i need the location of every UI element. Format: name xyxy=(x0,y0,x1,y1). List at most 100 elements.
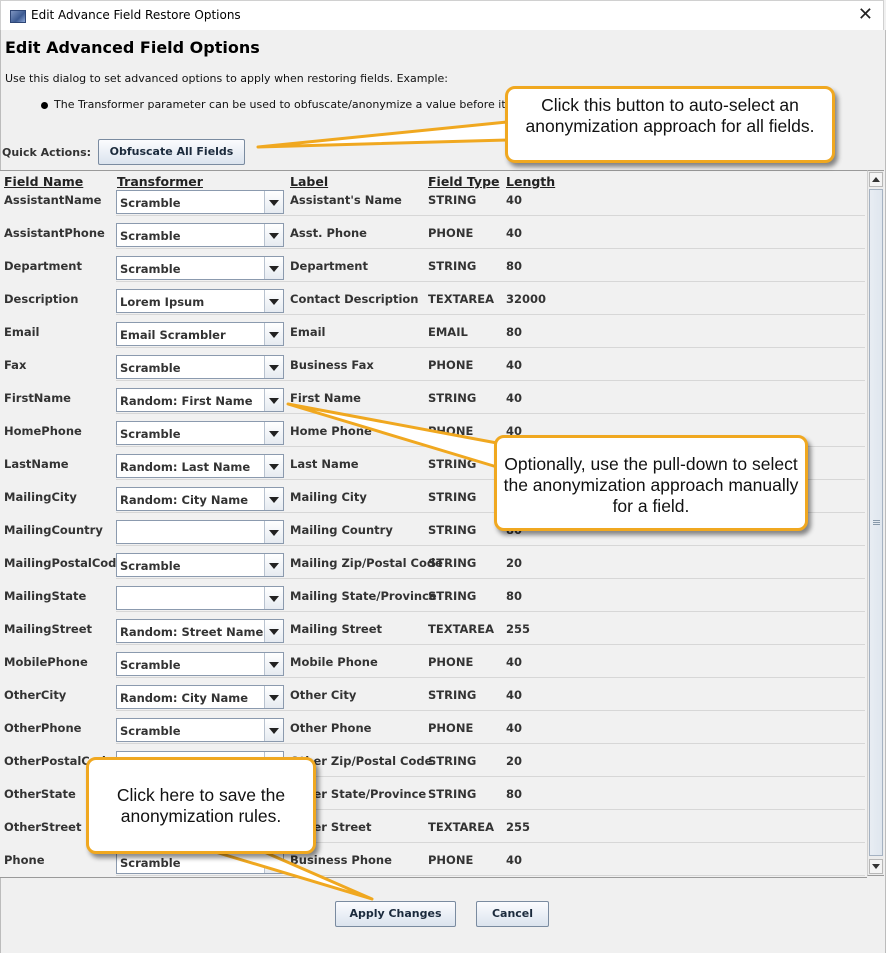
scroll-down-arrow-icon[interactable] xyxy=(869,859,883,874)
table-row: Fax Scramble Business Fax PHONE 40 xyxy=(0,348,865,381)
field-type-cell: TEXTAREA xyxy=(428,292,495,306)
vertical-scrollbar[interactable] xyxy=(867,170,884,876)
transformer-select[interactable]: Email Scrambler xyxy=(116,322,284,346)
transformer-select[interactable]: Scramble xyxy=(116,223,284,247)
chevron-down-icon[interactable] xyxy=(264,422,283,444)
chevron-down-icon[interactable] xyxy=(264,191,283,213)
label-cell: Asst. Phone xyxy=(290,226,367,240)
quick-actions-label: Quick Actions: xyxy=(2,146,92,159)
length-cell: 40 xyxy=(506,721,523,735)
transformer-select[interactable]: Random: City Name xyxy=(116,487,284,511)
table-row: Email Email Scrambler Email EMAIL 80 xyxy=(0,315,865,348)
field-name-cell: HomePhone xyxy=(4,424,82,438)
length-cell: 40 xyxy=(506,193,523,207)
label-cell: Mailing Country xyxy=(290,523,393,537)
transformer-value: Scramble xyxy=(120,427,181,441)
transformer-value: Random: Last Name xyxy=(120,460,251,474)
field-type-cell: PHONE xyxy=(428,721,474,735)
field-name-cell: MailingState xyxy=(4,589,87,603)
length-cell: 40 xyxy=(506,688,523,702)
chevron-down-icon[interactable] xyxy=(264,455,283,477)
chevron-down-icon[interactable] xyxy=(264,554,283,576)
field-type-cell: STRING xyxy=(428,688,477,702)
field-type-cell: STRING xyxy=(428,193,477,207)
field-type-cell: STRING xyxy=(428,787,477,801)
length-cell: 80 xyxy=(506,589,523,603)
label-cell: Contact Description xyxy=(290,292,419,306)
length-cell: 255 xyxy=(506,622,531,636)
chevron-down-icon[interactable] xyxy=(264,620,283,642)
length-cell: 40 xyxy=(506,391,523,405)
field-name-cell: Department xyxy=(4,259,82,273)
chevron-down-icon[interactable] xyxy=(264,719,283,741)
transformer-value: Random: Street Name xyxy=(120,625,264,639)
label-cell: Home Phone xyxy=(290,424,372,438)
label-cell: Last Name xyxy=(290,457,359,471)
transformer-select[interactable]: Scramble xyxy=(116,718,284,742)
field-name-cell: OtherPhone xyxy=(4,721,82,735)
table-row: AssistantPhone Scramble Asst. Phone PHONE 40 xyxy=(0,216,865,249)
field-type-cell: STRING xyxy=(428,589,477,603)
chevron-down-icon[interactable] xyxy=(264,521,283,543)
label-cell: Mailing State/Province xyxy=(290,589,437,603)
chevron-down-icon[interactable] xyxy=(264,224,283,246)
transformer-select[interactable]: Random: First Name xyxy=(116,388,284,412)
label-cell: First Name xyxy=(290,391,361,405)
scroll-up-arrow-icon[interactable] xyxy=(869,172,883,187)
transformer-value: Scramble xyxy=(120,262,181,276)
transformer-select[interactable]: Random: City Name xyxy=(116,685,284,709)
chevron-down-icon[interactable] xyxy=(264,686,283,708)
transformer-select[interactable]: Scramble xyxy=(116,553,284,577)
chevron-down-icon[interactable] xyxy=(264,257,283,279)
close-icon[interactable]: ✕ xyxy=(858,4,873,25)
transformer-value: Scramble xyxy=(120,658,181,672)
label-cell: Assistant's Name xyxy=(290,193,402,207)
transformer-select[interactable] xyxy=(116,520,284,544)
cancel-button[interactable]: Cancel xyxy=(476,901,549,927)
field-name-cell: AssistantName xyxy=(4,193,102,207)
length-cell: 40 xyxy=(506,358,523,372)
window-title: Edit Advance Field Restore Options xyxy=(31,8,241,22)
obfuscate-all-fields-button[interactable]: Obfuscate All Fields xyxy=(98,139,245,165)
chevron-down-icon[interactable] xyxy=(264,653,283,675)
chevron-down-icon[interactable] xyxy=(264,290,283,312)
field-name-cell: OtherState xyxy=(4,787,76,801)
chevron-down-icon[interactable] xyxy=(264,389,283,411)
transformer-select[interactable]: Scramble xyxy=(116,355,284,379)
chevron-down-icon[interactable] xyxy=(264,356,283,378)
callout-pulldown: Optionally, use the pull-down to select … xyxy=(494,435,808,531)
length-cell: 20 xyxy=(506,754,523,768)
transformer-value: Scramble xyxy=(120,196,181,210)
length-cell: 80 xyxy=(506,325,523,339)
table-row: MailingPostalCode Scramble Mailing Zip/Pos… xyxy=(0,546,865,579)
callout-apply: Click here to save the anonymization rul… xyxy=(86,757,316,854)
bullet-dot-icon xyxy=(41,101,48,109)
field-name-cell: FirstName xyxy=(4,391,71,405)
chevron-down-icon[interactable] xyxy=(264,587,283,609)
label-cell: Other City xyxy=(290,688,357,702)
table-row: AssistantName Scramble Assistant's Name STR… xyxy=(0,183,865,216)
transformer-select[interactable]: Lorem Ipsum xyxy=(116,289,284,313)
chevron-down-icon[interactable] xyxy=(264,851,283,873)
transformer-select[interactable]: Scramble xyxy=(116,190,284,214)
field-type-cell: TEXTAREA xyxy=(428,622,495,636)
table-row: Description Lorem Ipsum Contact Descriptio… xyxy=(0,282,865,315)
transformer-select[interactable]: Random: Street Name xyxy=(116,619,284,643)
length-cell: 255 xyxy=(506,820,531,834)
table-row: MailingState Mailing State/Province STRING… xyxy=(0,579,865,612)
transformer-value: Scramble xyxy=(120,559,181,573)
transformer-select[interactable]: Scramble xyxy=(116,652,284,676)
field-name-cell: Phone xyxy=(4,853,45,867)
transformer-select[interactable]: Scramble xyxy=(116,421,284,445)
window-titlebar: Edit Advance Field Restore Options ✕ xyxy=(0,0,884,30)
transformer-select[interactable]: Random: Last Name xyxy=(116,454,284,478)
callout-obfuscate: Click this button to auto-select an anon… xyxy=(505,86,835,163)
field-name-cell: MailingCity xyxy=(4,490,77,504)
transformer-select[interactable] xyxy=(116,586,284,610)
scrollbar-thumb[interactable] xyxy=(869,189,883,856)
length-cell: 32000 xyxy=(506,292,547,306)
chevron-down-icon[interactable] xyxy=(264,323,283,345)
chevron-down-icon[interactable] xyxy=(264,488,283,510)
transformer-select[interactable]: Scramble xyxy=(116,256,284,280)
apply-changes-button[interactable]: Apply Changes xyxy=(335,901,456,927)
